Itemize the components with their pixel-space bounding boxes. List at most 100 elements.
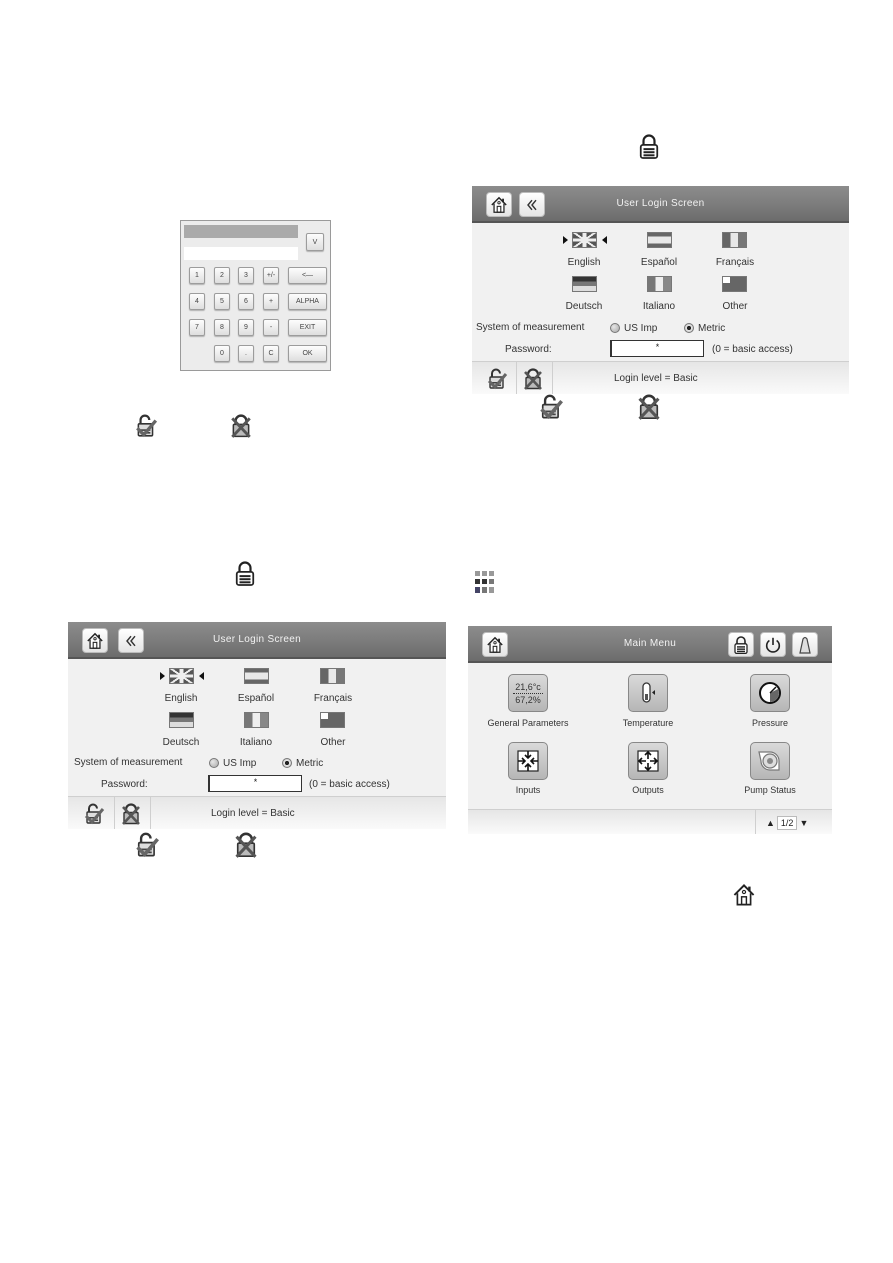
radio-metric[interactable]	[282, 758, 292, 768]
logout-x-icon[interactable]	[120, 803, 142, 825]
keypad-key-2[interactable]: 2	[214, 267, 230, 284]
alarm-bell-icon	[799, 636, 811, 654]
login-button[interactable]	[728, 632, 754, 657]
language-label-italiano[interactable]: Italiano	[221, 737, 291, 748]
lock-icon	[733, 635, 749, 655]
keypad-key-exit[interactable]: EXIT	[288, 319, 327, 336]
divider	[552, 362, 553, 394]
divider	[516, 362, 517, 394]
password-hint: (0 = basic access)	[712, 344, 793, 355]
keypad-key-plus[interactable]: +	[263, 293, 279, 310]
login-check-icon[interactable]	[486, 368, 508, 390]
keypad-display-input[interactable]	[184, 247, 298, 260]
logout-x-icon	[229, 414, 253, 438]
language-label-espanol[interactable]: Español	[624, 257, 694, 268]
keypad-key-minus[interactable]: -	[263, 319, 279, 336]
language-label-italiano[interactable]: Italiano	[624, 301, 694, 312]
pressure-gauge-icon	[759, 682, 781, 704]
outputs-button[interactable]	[628, 742, 668, 780]
keypad-display-title	[184, 225, 298, 238]
selected-language-arrow-right	[602, 236, 607, 244]
password-hint: (0 = basic access)	[309, 779, 390, 790]
thermometer-icon	[642, 682, 655, 703]
flag-english[interactable]	[169, 668, 194, 684]
keypad-key-alpha[interactable]: ALPHA	[288, 293, 327, 310]
user-login-screen: User Login Screen English Español França…	[68, 622, 446, 829]
keypad-key-6[interactable]: 6	[238, 293, 254, 310]
temperature-button[interactable]	[628, 674, 668, 712]
keypad-key-ok[interactable]: OK	[288, 345, 327, 362]
page-navigator: ▲ 1/2 ▼	[766, 816, 808, 830]
menu-label-temperature[interactable]: Temperature	[593, 718, 703, 728]
radio-metric[interactable]	[684, 323, 694, 333]
keypad-key-7[interactable]: 7	[189, 319, 205, 336]
login-check-icon[interactable]	[83, 803, 105, 825]
keypad-key-backspace[interactable]: <—	[288, 267, 327, 284]
language-label-other[interactable]: Other	[700, 301, 770, 312]
keypad-key-0[interactable]: 0	[214, 345, 230, 362]
radio-us-imp[interactable]	[610, 323, 620, 333]
menu-label-pump-status[interactable]: Pump Status	[715, 785, 825, 795]
power-button[interactable]	[760, 632, 786, 657]
language-label-deutsch[interactable]: Deutsch	[549, 301, 619, 312]
general-parameters-button[interactable]: 21,6°c 67,2%	[508, 674, 548, 712]
menu-label-outputs[interactable]: Outputs	[593, 785, 703, 795]
divider	[513, 692, 543, 694]
keypad-key-plus-minus[interactable]: +/-	[263, 267, 279, 284]
keypad-key-9[interactable]: 9	[238, 319, 254, 336]
lock-icon	[234, 560, 256, 587]
keypad-key-4[interactable]: 4	[189, 293, 205, 310]
radio-label-metric[interactable]: Metric	[296, 758, 323, 769]
pressure-button[interactable]	[750, 674, 790, 712]
pump-status-button[interactable]	[750, 742, 790, 780]
flag-deutsch[interactable]	[169, 712, 194, 728]
password-input[interactable]: *	[610, 340, 704, 357]
temperature-readout: 21,6°c	[515, 681, 541, 692]
alarm-button[interactable]	[792, 632, 818, 657]
menu-label-pressure[interactable]: Pressure	[715, 718, 825, 728]
keypad-key-decimal[interactable]: .	[238, 345, 254, 362]
password-input[interactable]: *	[208, 775, 302, 792]
menu-label-inputs[interactable]: Inputs	[473, 785, 583, 795]
radio-label-metric[interactable]: Metric	[698, 323, 725, 334]
keypad-key-3[interactable]: 3	[238, 267, 254, 284]
keypad-key-clear[interactable]: C	[263, 345, 279, 362]
radio-label-us-imp[interactable]: US Imp	[624, 323, 657, 334]
screen-title: User Login Screen	[616, 198, 705, 209]
flag-italiano[interactable]	[244, 712, 269, 728]
flag-deutsch[interactable]	[572, 276, 597, 292]
language-label-english[interactable]: English	[549, 257, 619, 268]
language-label-francais[interactable]: Français	[700, 257, 770, 268]
language-label-espanol[interactable]: Español	[221, 693, 291, 704]
humidity-readout: 67,2%	[515, 694, 541, 705]
password-label: Password:	[101, 779, 148, 790]
flag-espanol[interactable]	[244, 668, 269, 684]
main-menu-screen: Main Menu 21,6°c 67,2% General Parameter…	[468, 626, 832, 834]
user-login-screen: User Login Screen English Español França…	[472, 186, 849, 394]
logout-x-icon[interactable]	[522, 368, 544, 390]
keypad-key-8[interactable]: 8	[214, 319, 230, 336]
language-label-francais[interactable]: Français	[298, 693, 368, 704]
radio-label-us-imp[interactable]: US Imp	[223, 758, 256, 769]
radio-us-imp[interactable]	[209, 758, 219, 768]
flag-other[interactable]	[722, 276, 747, 292]
flag-english[interactable]	[572, 232, 597, 248]
title-bar: Main Menu	[468, 626, 832, 663]
flag-other[interactable]	[320, 712, 345, 728]
flag-espanol[interactable]	[647, 232, 672, 248]
flag-francais[interactable]	[320, 668, 345, 684]
language-label-deutsch[interactable]: Deutsch	[146, 737, 216, 748]
language-label-other[interactable]: Other	[298, 737, 368, 748]
inputs-button[interactable]	[508, 742, 548, 780]
keypad-key-5[interactable]: 5	[214, 293, 230, 310]
login-check-icon	[538, 394, 564, 420]
page-up-icon[interactable]: ▲	[766, 818, 775, 828]
keypad-key-1[interactable]: 1	[189, 267, 205, 284]
page-down-icon[interactable]: ▼	[799, 818, 808, 828]
keypad-v-button[interactable]: V	[306, 233, 324, 251]
flag-italiano[interactable]	[647, 276, 672, 292]
measurement-label: System of measurement	[74, 757, 183, 768]
flag-francais[interactable]	[722, 232, 747, 248]
language-label-english[interactable]: English	[146, 693, 216, 704]
menu-label-general-parameters[interactable]: General Parameters	[473, 718, 583, 728]
